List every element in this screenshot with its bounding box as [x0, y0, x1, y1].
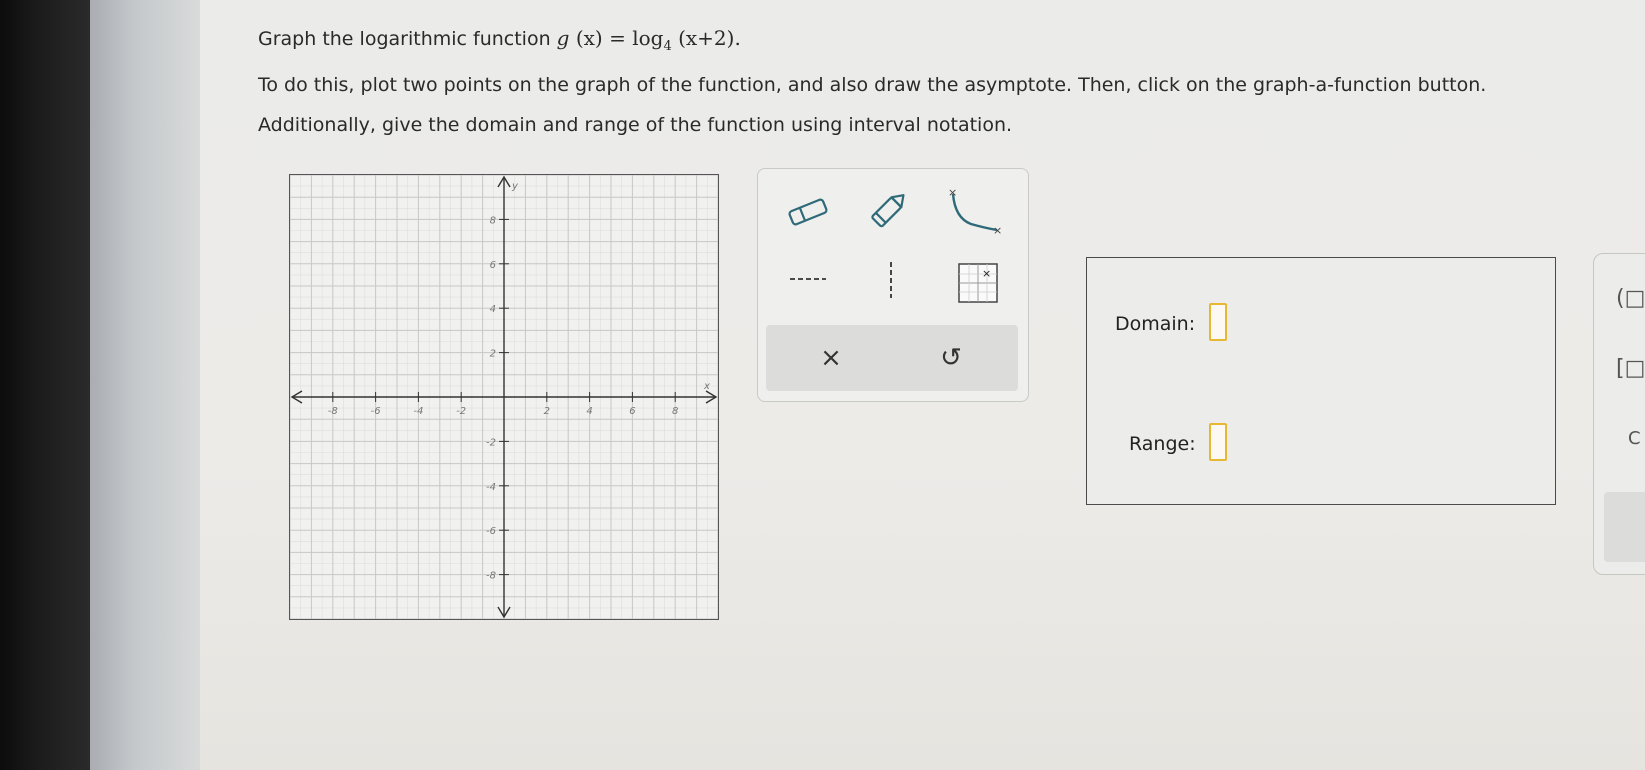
monitor-bezel: [0, 0, 90, 770]
x-tick-label: 8: [672, 406, 678, 417]
svg-text:×: ×: [993, 224, 1002, 236]
palette-action-button[interactable]: [1604, 492, 1645, 562]
y-tick-label: 6: [490, 260, 496, 271]
clear-button[interactable]: ×: [806, 333, 856, 383]
screen: Graph the logarithmic function g (x) = l…: [200, 0, 1645, 770]
function-name: g: [556, 26, 570, 50]
x-axis-label: x: [703, 381, 710, 392]
svg-text:×: ×: [948, 186, 957, 199]
graph-canvas[interactable]: -8 -6 -4 -2 2 4 6 8 8 6 4 2 -2 -4 -6 -8 x y: [289, 174, 719, 620]
y-tick-label: -8: [486, 571, 496, 582]
svg-text:×: ×: [982, 267, 991, 280]
y-tick-label: 8: [490, 215, 496, 226]
x-tick-label: -2: [456, 406, 466, 417]
open-parenthesis-button[interactable]: (□: [1616, 286, 1645, 311]
domain-label: Domain:: [1115, 313, 1196, 335]
interval-notation-palette: (□ [□ C: [1593, 253, 1645, 575]
eraser-icon: [788, 198, 828, 226]
log-curve-button[interactable]: × ×: [944, 183, 1004, 237]
log-base: 4: [663, 39, 672, 54]
function-equals-log: = log: [602, 26, 664, 50]
range-input[interactable]: [1209, 423, 1227, 461]
y-axis-label: y: [511, 181, 519, 192]
x-tick-label: 4: [586, 406, 592, 417]
domain-range-panel: Domain: Range:: [1086, 257, 1556, 505]
function-expression: g (x) = log4 (x+2).: [556, 26, 741, 54]
x-tick-label: 2: [544, 406, 550, 417]
horizontal-asymptote-button[interactable]: [780, 259, 836, 299]
range-label: Range:: [1129, 433, 1196, 455]
point-grid-button[interactable]: ×: [956, 261, 1000, 305]
undo-button[interactable]: ↺: [926, 333, 976, 383]
problem-statement: Graph the logarithmic function g (x) = l…: [258, 26, 741, 54]
eraser-button[interactable]: [780, 189, 836, 235]
domain-input[interactable]: [1209, 303, 1227, 341]
vertical-dashed-line-icon: [890, 262, 892, 298]
tool-actions-bar: × ↺: [766, 325, 1018, 391]
coordinate-plane[interactable]: -8 -6 -4 -2 2 4 6 8 8 6 4 2 -2 -4 -6 -8 x y: [290, 175, 718, 619]
monitor-bezel-edge: [90, 0, 200, 770]
horizontal-dashed-line-icon: [790, 278, 826, 280]
y-tick-label: -6: [486, 526, 496, 537]
graph-tools-panel: × × × × ↺: [757, 168, 1029, 402]
grid-point-icon: ×: [958, 263, 998, 303]
y-tick-label: -2: [486, 437, 496, 448]
instruction-text: To do this, plot two points on the graph…: [258, 74, 1487, 96]
additional-instruction-text: Additionally, give the domain and range …: [258, 114, 1013, 136]
x-tick-label: -8: [328, 406, 338, 417]
function-argument: (x+2).: [678, 26, 741, 50]
pencil-icon: [871, 194, 905, 228]
vertical-asymptote-button[interactable]: [868, 255, 914, 305]
y-tick-label: 4: [490, 304, 496, 315]
log-curve-icon: × ×: [948, 186, 1002, 236]
palette-partial-item[interactable]: C: [1628, 428, 1641, 449]
y-tick-label: 2: [490, 349, 496, 360]
x-tick-label: -6: [371, 406, 381, 417]
function-variable: (x): [575, 26, 603, 50]
y-tick-label: -4: [486, 482, 496, 493]
open-bracket-button[interactable]: [□: [1616, 356, 1645, 381]
pencil-button[interactable]: [862, 185, 918, 235]
x-tick-label: 6: [629, 406, 635, 417]
problem-intro: Graph the logarithmic function: [258, 28, 557, 50]
x-tick-label: -4: [413, 406, 423, 417]
